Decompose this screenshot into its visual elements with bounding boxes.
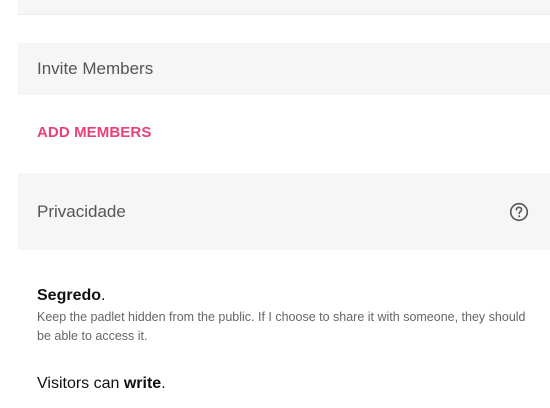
privacy-option-title: Segredo. (37, 287, 542, 305)
visitors-permission-suffix: . (161, 375, 166, 392)
visitors-permission[interactable]: Visitors can write. (37, 375, 166, 393)
privacy-label: Privacidade (37, 201, 126, 221)
privacy-option-name: Segredo (37, 287, 102, 304)
top-section-band (18, 0, 550, 15)
privacy-option-secret[interactable]: Segredo. Keep the padlet hidden from the… (37, 287, 542, 346)
privacy-option-title-suffix: . (101, 287, 106, 304)
visitors-permission-value: write (123, 375, 162, 392)
help-circle-icon[interactable] (508, 201, 530, 223)
invite-members-label: Invite Members (37, 59, 154, 78)
visitors-permission-prefix: Visitors can (37, 375, 124, 392)
privacy-header: Privacidade (18, 173, 550, 250)
invite-members-header: Invite Members (18, 43, 550, 95)
add-members-button[interactable]: ADD MEMBERS (37, 124, 151, 141)
privacy-option-description: Keep the padlet hidden from the public. … (37, 310, 526, 343)
